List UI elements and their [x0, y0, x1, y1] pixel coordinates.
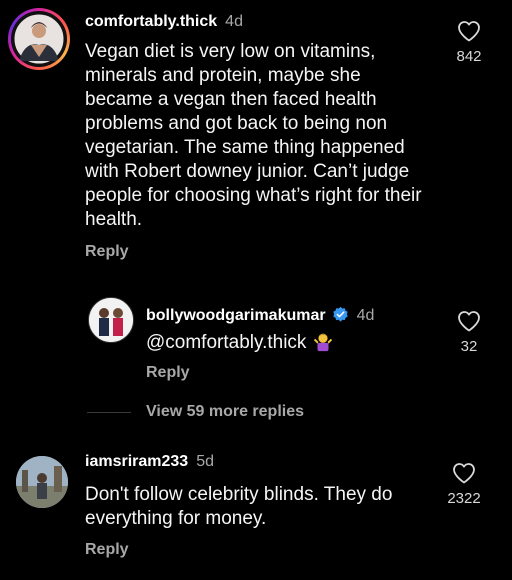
like-button[interactable]: 32	[441, 310, 497, 355]
avatar[interactable]	[88, 297, 134, 343]
story-ring[interactable]	[8, 8, 70, 70]
divider-line	[87, 411, 131, 413]
reply-button[interactable]: Reply	[85, 541, 129, 559]
avatar[interactable]	[11, 11, 67, 67]
comment-item: comfortably.thick 4d Vegan diet is very …	[0, 0, 512, 270]
view-more-replies-label: View 59 more replies	[146, 403, 305, 420]
comment-header: comfortably.thick 4d	[85, 13, 243, 31]
heart-outline-icon	[458, 21, 480, 42]
avatar-image	[11, 11, 67, 67]
username-link[interactable]: iamsriram233	[85, 453, 188, 471]
comment-header: iamsriram233 5d	[85, 453, 214, 471]
comment-text: @comfortably.thick	[146, 330, 426, 355]
timestamp: 4d	[225, 13, 243, 30]
reply-button[interactable]: Reply	[146, 364, 190, 382]
avatar-image	[89, 298, 133, 342]
username-link[interactable]: comfortably.thick	[85, 13, 217, 31]
timestamp: 5d	[196, 453, 214, 470]
reply-comment-item: bollywoodgarimakumar 4d @comfortably.thi…	[0, 290, 512, 390]
like-button[interactable]: 2322	[436, 462, 492, 507]
like-button[interactable]: 842	[441, 20, 497, 65]
like-count: 32	[460, 338, 478, 355]
avatar[interactable]	[16, 456, 68, 508]
view-more-replies-button[interactable]: View 59 more replies	[87, 403, 304, 421]
heart-outline-icon	[458, 311, 480, 332]
reply-button[interactable]: Reply	[85, 243, 129, 261]
comment-text: Don't follow celebrity blinds. They do e…	[85, 484, 393, 529]
person-shrugging-emoji	[314, 333, 333, 352]
timestamp: 4d	[356, 307, 375, 324]
mention-link[interactable]: @comfortably.thick	[146, 332, 306, 353]
comment-item: iamsriram233 5d Don't follow celebrity b…	[0, 445, 512, 575]
username-link[interactable]: bollywoodgarimakumar	[146, 307, 326, 325]
heart-outline-icon	[453, 463, 475, 484]
comment-text: Vegan diet is very low on vitamins, mine…	[85, 41, 422, 230]
verified-badge-icon	[332, 306, 348, 322]
comment-header: bollywoodgarimakumar 4d	[146, 303, 374, 325]
like-count: 842	[456, 48, 482, 65]
like-count: 2322	[447, 490, 481, 507]
avatar-image	[16, 456, 68, 508]
